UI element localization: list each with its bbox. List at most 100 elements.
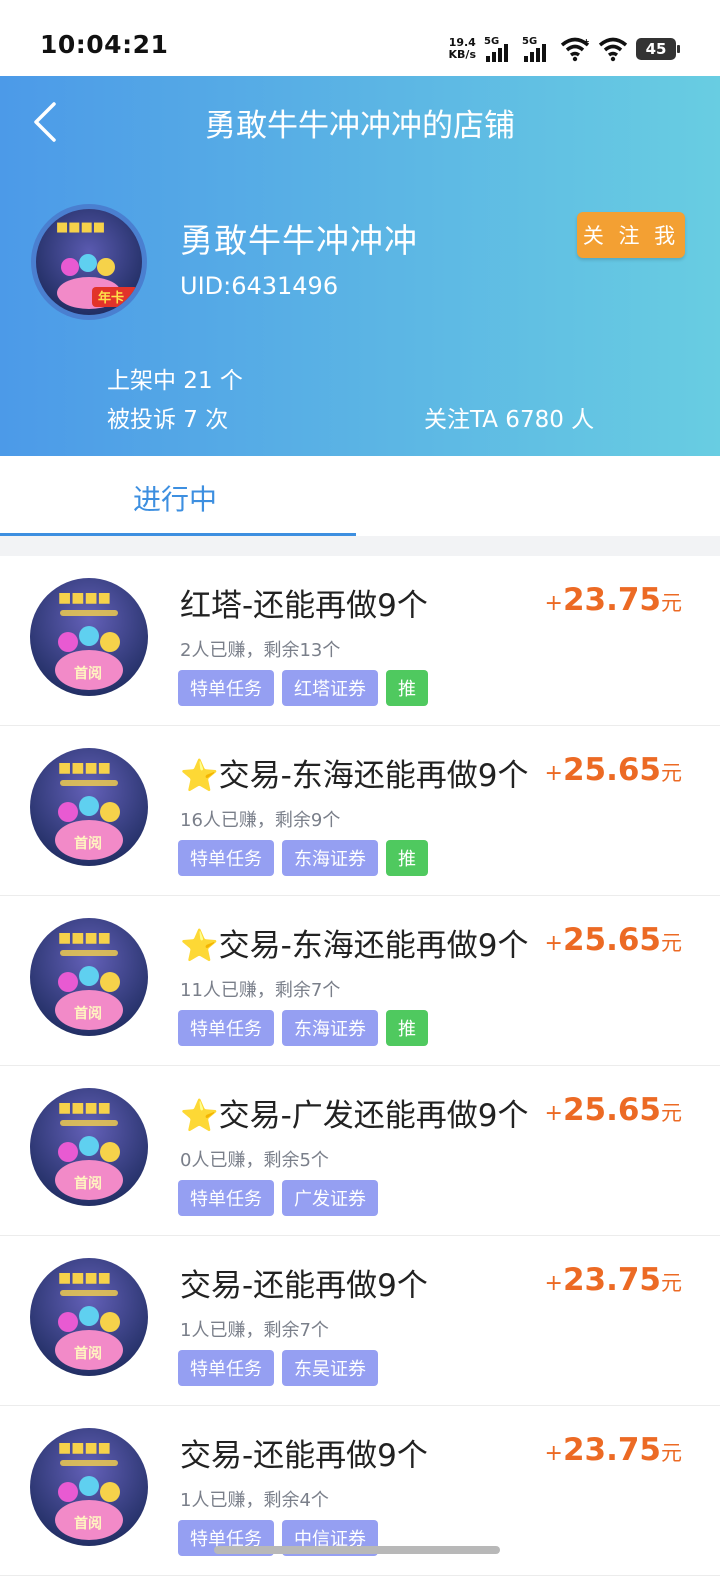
task-tag: 特单任务 [178, 1350, 274, 1386]
task-title: ⭐交易-广发还能再做9个 [180, 1090, 540, 1135]
task-title-text: 交易-还能再做9个 [180, 1268, 428, 1304]
task-tag: 特单任务 [178, 1180, 274, 1216]
task-progress: 0人已赚，剩余5个 [180, 1150, 329, 1171]
svg-text:首阅: 首阅 [74, 1005, 102, 1022]
task-list-item[interactable]: ■■■■ 首阅 红塔-还能再做9个 2人已赚，剩余13个 特单任务 红塔证券推 +… [0, 556, 720, 726]
task-tag: 广发证券 [282, 1180, 378, 1216]
battery-icon: 45 [636, 38, 680, 60]
task-thumbnail-image: ■■■■ 首阅 [30, 918, 148, 1036]
task-thumbnail: ■■■■ 首阅 [30, 1428, 148, 1546]
svg-text:■■■■: ■■■■ [56, 220, 105, 235]
task-thumbnail: ■■■■ 首阅 [30, 748, 148, 866]
status-icons: 19.4 KB/s 5G 5G + 45 [448, 34, 680, 64]
svg-text:首阅: 首阅 [74, 1175, 102, 1192]
task-thumbnail-image: ■■■■ 首阅 [30, 1088, 148, 1206]
task-title: 交易-还能再做9个 [180, 1260, 540, 1305]
shop-header: 勇敢牛牛冲冲冲的店铺 ■■■■ 年卡 勇敢牛牛冲冲冲 UID:6431496 关… [0, 76, 720, 456]
task-reward-amount: 25.65 [562, 1092, 661, 1128]
svg-text:+: + [583, 37, 590, 46]
task-title-text: 交易-广发还能再做9个 [218, 1098, 529, 1134]
avatar-image: ■■■■ 年卡 [36, 209, 142, 315]
task-progress: 16人已赚，剩余9个 [180, 810, 341, 831]
task-tags: 特单任务 红塔证券推 [178, 670, 428, 706]
task-list-item[interactable]: ■■■■ 首阅 ⭐交易-东海还能再做9个 11人已赚，剩余7个 特单任务 东海证券… [0, 896, 720, 1066]
status-bar: 10:04:21 19.4 KB/s 5G 5G + 45 [0, 0, 720, 76]
task-reward-amount: 25.65 [562, 922, 661, 958]
currency-unit: 元 [661, 591, 682, 615]
currency-unit: 元 [661, 1271, 682, 1295]
task-title-text: 交易-东海还能再做9个 [218, 758, 529, 794]
currency-unit: 元 [661, 761, 682, 785]
tab-bar: 进行中 [0, 456, 720, 536]
task-tags: 特单任务 东海证券推 [178, 840, 428, 876]
svg-text:■■■■: ■■■■ [58, 1440, 111, 1456]
svg-text:首阅: 首阅 [74, 1345, 102, 1362]
task-reward: +23.75元 [544, 1262, 683, 1298]
network-speed: 19.4 KB/s [448, 36, 476, 61]
listed-count: 上架中 21 个 [107, 368, 243, 394]
task-title: 红塔-还能再做9个 [180, 580, 540, 625]
task-progress: 1人已赚，剩余4个 [180, 1490, 329, 1511]
page-title: 勇敢牛牛冲冲冲的店铺 [205, 108, 515, 144]
svg-text:■■■■: ■■■■ [58, 590, 111, 606]
home-indicator[interactable] [214, 1546, 500, 1554]
wifi-icon-2 [598, 37, 628, 62]
star-icon: ⭐ [180, 758, 219, 794]
svg-text:■■■■: ■■■■ [58, 760, 111, 776]
star-icon: ⭐ [180, 1098, 219, 1134]
task-thumbnail-image: ■■■■ 首阅 [30, 1258, 148, 1376]
svg-text:■■■■: ■■■■ [58, 1270, 111, 1286]
task-tag: 东海证券 [282, 840, 378, 876]
task-tag: 特单任务 [178, 1010, 274, 1046]
task-tag: 红塔证券 [282, 670, 378, 706]
follower-count: 关注TA 6780 人 [424, 407, 595, 433]
task-title: 交易-还能再做9个 [180, 1430, 540, 1475]
task-reward: +25.65元 [544, 922, 683, 958]
tab-label: 进行中 [133, 483, 218, 516]
svg-text:■■■■: ■■■■ [58, 1100, 111, 1116]
task-tag: 特单任务 [178, 840, 274, 876]
complaint-count: 被投诉 7 次 [107, 407, 229, 433]
recommend-badge: 推 [386, 1010, 428, 1046]
task-reward-amount: 23.75 [562, 582, 661, 618]
svg-text:年卡: 年卡 [98, 290, 124, 306]
task-list-item[interactable]: ■■■■ 首阅 ⭐交易-东海还能再做9个 16人已赚，剩余9个 特单任务 东海证券… [0, 726, 720, 896]
shop-avatar[interactable]: ■■■■ 年卡 [31, 204, 147, 320]
task-reward: +25.65元 [544, 1092, 683, 1128]
task-tags: 特单任务 东海证券推 [178, 1010, 428, 1046]
task-thumbnail: ■■■■ 首阅 [30, 1258, 148, 1376]
follow-button[interactable]: 关 注 我 [577, 212, 685, 258]
task-list: ■■■■ 首阅 红塔-还能再做9个 2人已赚，剩余13个 特单任务 红塔证券推 +… [0, 556, 720, 1576]
star-icon: ⭐ [180, 928, 219, 964]
task-tags: 特单任务 东吴证券 [178, 1350, 378, 1386]
task-title-text: 交易-还能再做9个 [180, 1438, 428, 1474]
task-tag: 东吴证券 [282, 1350, 378, 1386]
svg-text:■■■■: ■■■■ [58, 930, 111, 946]
task-thumbnail-image: ■■■■ 首阅 [30, 1428, 148, 1546]
task-progress: 2人已赚，剩余13个 [180, 640, 341, 661]
task-tags: 特单任务 广发证券 [178, 1180, 378, 1216]
svg-text:首阅: 首阅 [74, 835, 102, 852]
recommend-badge: 推 [386, 670, 428, 706]
task-thumbnail: ■■■■ 首阅 [30, 578, 148, 696]
task-thumbnail-image: ■■■■ 首阅 [30, 578, 148, 696]
task-reward-amount: 23.75 [562, 1262, 661, 1298]
task-tag: 特单任务 [178, 670, 274, 706]
tab-in-progress[interactable]: 进行中 [0, 456, 356, 536]
task-title: ⭐交易-东海还能再做9个 [180, 750, 540, 795]
currency-unit: 元 [661, 1441, 682, 1465]
task-title-text: 交易-东海还能再做9个 [218, 928, 529, 964]
wifi-icon: + [560, 37, 590, 62]
task-title-text: 红塔-还能再做9个 [180, 588, 428, 624]
shop-uid: UID:6431496 [180, 272, 339, 300]
task-thumbnail: ■■■■ 首阅 [30, 918, 148, 1036]
task-list-item[interactable]: ■■■■ 首阅 交易-还能再做9个 1人已赚，剩余7个 特单任务 东吴证券 +23… [0, 1236, 720, 1406]
task-progress: 11人已赚，剩余7个 [180, 980, 341, 1001]
task-thumbnail-image: ■■■■ 首阅 [30, 748, 148, 866]
task-tag: 东海证券 [282, 1010, 378, 1046]
task-progress: 1人已赚，剩余7个 [180, 1320, 329, 1341]
task-list-item[interactable]: ■■■■ 首阅 ⭐交易-广发还能再做9个 0人已赚，剩余5个 特单任务 广发证券 … [0, 1066, 720, 1236]
task-reward: +23.75元 [544, 582, 683, 618]
status-time: 10:04:21 [40, 30, 169, 59]
recommend-badge: 推 [386, 840, 428, 876]
